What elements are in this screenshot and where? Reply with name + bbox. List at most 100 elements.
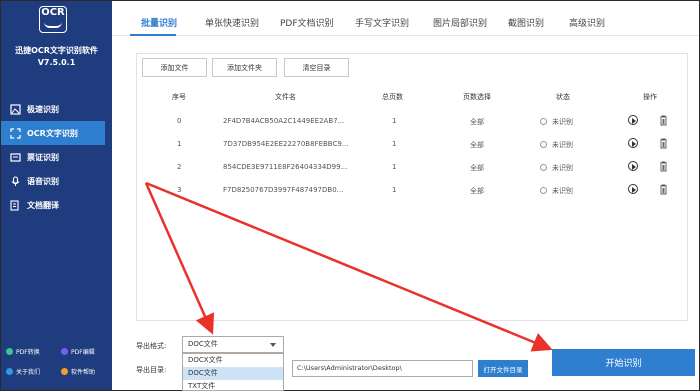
- status-radio-icon: [540, 164, 547, 171]
- table-row[interactable]: 3 F7D8250767D3997F487497DB0... 1 全部 未识别: [140, 180, 688, 202]
- logo-text: OCR: [41, 7, 65, 18]
- sidebar-item-fast-recognition[interactable]: 极速识别: [1, 97, 112, 121]
- format-option-doc[interactable]: DOC文件: [183, 367, 283, 380]
- logo-wave: [44, 22, 62, 28]
- microphone-icon: [9, 175, 21, 187]
- ocr-logo-icon: OCR: [39, 6, 67, 33]
- sidebar-item-ticket[interactable]: 票证识别: [1, 145, 112, 169]
- header-status: 状态: [556, 93, 570, 101]
- trash-icon[interactable]: [659, 184, 668, 195]
- row-page-select[interactable]: 全部: [470, 140, 484, 150]
- sidebar-item-label: 极速识别: [27, 104, 59, 114]
- row-index: 2: [177, 163, 182, 171]
- help-link[interactable]: 软件帮助: [61, 367, 95, 376]
- play-icon[interactable]: [628, 115, 638, 125]
- tab-batch[interactable]: 批量识别: [141, 16, 177, 29]
- tab-handwriting[interactable]: 手写文字识别: [355, 16, 409, 29]
- trash-icon[interactable]: [659, 161, 668, 172]
- play-icon[interactable]: [628, 161, 638, 171]
- sidebar-item-voice[interactable]: 语音识别: [1, 169, 112, 193]
- sidebar-item-label: 语音识别: [27, 176, 59, 186]
- export-format-dropdown: DOCX文件 DOC文件 TXT文件: [182, 353, 284, 391]
- row-pages: 1: [392, 140, 397, 148]
- play-icon[interactable]: [628, 184, 638, 194]
- row-page-select[interactable]: 全部: [470, 163, 484, 173]
- trash-icon[interactable]: [659, 115, 668, 126]
- sidebar-item-ocr[interactable]: OCR文字识别: [1, 121, 105, 145]
- trash-icon[interactable]: [659, 138, 668, 149]
- row-status: 未识别: [552, 141, 573, 149]
- open-dir-button[interactable]: 打开文件目录: [478, 360, 528, 377]
- row-status: 未识别: [552, 118, 573, 126]
- header-actions: 操作: [643, 93, 657, 101]
- export-format-value: DOC文件: [188, 340, 218, 348]
- row-filename: F7D8250767D3997F487497DB0...: [223, 186, 344, 194]
- row-page-select[interactable]: 全部: [470, 117, 484, 127]
- row-pages: 1: [392, 117, 397, 125]
- pdf-edit-icon: [61, 348, 68, 355]
- row-status: 未识别: [552, 187, 573, 195]
- table-row[interactable]: 2 854CDE3E9711E8F26404334D99... 1 全部 未识别: [140, 157, 688, 179]
- pdf-edit-link[interactable]: PDF编辑: [61, 347, 95, 356]
- format-option-txt[interactable]: TXT文件: [183, 380, 283, 390]
- sidebar: OCR 迅捷OCR文字识别软件 V7.5.0.1 极速识别 OCR文字识别 票证…: [1, 1, 112, 390]
- add-folder-button[interactable]: 添加文件夹: [212, 58, 277, 77]
- table-row[interactable]: 1 7D37DB954E2EE22270B8FEBBC9... 1 全部 未识别: [140, 134, 688, 156]
- add-file-button[interactable]: 添加文件: [142, 58, 207, 77]
- tab-screenshot[interactable]: 截图识别: [508, 16, 544, 29]
- pdf-convert-label: PDF转换: [16, 349, 40, 356]
- export-dir-input[interactable]: C:\Users\Administrator\Desktop\: [292, 360, 473, 377]
- about-us-label: 关于我们: [16, 369, 41, 376]
- app-name: 迅捷OCR文字识别软件: [15, 46, 98, 55]
- ticket-icon: [9, 151, 21, 163]
- sidebar-item-label: 文档翻译: [27, 200, 59, 210]
- tab-partial[interactable]: 图片局部识别: [433, 16, 487, 29]
- row-index: 1: [177, 140, 182, 148]
- status-radio-icon: [540, 141, 547, 148]
- sidebar-nav: 极速识别 OCR文字识别 票证识别 语音识别 文档翻译: [1, 97, 112, 217]
- row-filename: 854CDE3E9711E8F26404334D99...: [223, 163, 348, 171]
- pdf-convert-icon: [6, 348, 13, 355]
- start-recognition-button[interactable]: 开始识别: [552, 349, 695, 376]
- row-page-select[interactable]: 全部: [470, 186, 484, 196]
- header-index: 序号: [172, 93, 186, 101]
- sidebar-item-label: OCR文字识别: [27, 128, 78, 138]
- pdf-edit-label: PDF编辑: [71, 349, 95, 356]
- export-dir-label: 导出目录:: [136, 366, 167, 374]
- format-option-docx[interactable]: DOCX文件: [183, 354, 283, 367]
- about-us-icon: [6, 368, 13, 375]
- row-pages: 1: [392, 186, 397, 194]
- export-format-select[interactable]: DOC文件: [182, 336, 284, 353]
- row-filename: 2F4D7B4ACB50A2C1449EE2AB7...: [223, 117, 345, 125]
- row-status: 未识别: [552, 164, 573, 172]
- translate-icon: [9, 199, 21, 211]
- about-us-link[interactable]: 关于我们: [6, 367, 40, 376]
- scan-icon: [9, 127, 21, 139]
- export-format-label: 导出格式:: [136, 342, 167, 350]
- tab-advanced[interactable]: 高级识别: [569, 16, 605, 29]
- play-icon[interactable]: [628, 138, 638, 148]
- chevron-down-icon: [270, 343, 276, 347]
- active-tab-indicator: [130, 34, 176, 36]
- table-row[interactable]: 0 2F4D7B4ACB50A2C1449EE2AB7... 1 全部 未识别: [140, 111, 688, 133]
- sidebar-item-translate[interactable]: 文档翻译: [1, 193, 112, 217]
- header-page-select: 页数选择: [463, 93, 491, 101]
- tab-bar: 批量识别 单张快速识别 PDF文档识别 手写文字识别 图片局部识别 截图识别 高…: [112, 1, 699, 36]
- row-index: 3: [177, 186, 182, 194]
- header-total-pages: 总页数: [382, 93, 403, 101]
- tab-single-fast[interactable]: 单张快速识别: [205, 16, 259, 29]
- clear-list-button[interactable]: 清空目录: [284, 58, 349, 77]
- status-radio-icon: [540, 118, 547, 125]
- row-pages: 1: [392, 163, 397, 171]
- pdf-convert-link[interactable]: PDF转换: [6, 347, 40, 356]
- help-icon: [61, 368, 68, 375]
- sidebar-item-label: 票证识别: [27, 152, 59, 162]
- status-radio-icon: [540, 187, 547, 194]
- row-index: 0: [177, 117, 182, 125]
- tab-pdf[interactable]: PDF文档识别: [280, 16, 334, 29]
- image-icon: [9, 103, 21, 115]
- help-label: 软件帮助: [71, 369, 96, 376]
- header-filename: 文件名: [275, 93, 296, 101]
- row-filename: 7D37DB954E2EE22270B8FEBBC9...: [223, 140, 349, 148]
- app-version: V7.5.0.1: [37, 58, 76, 67]
